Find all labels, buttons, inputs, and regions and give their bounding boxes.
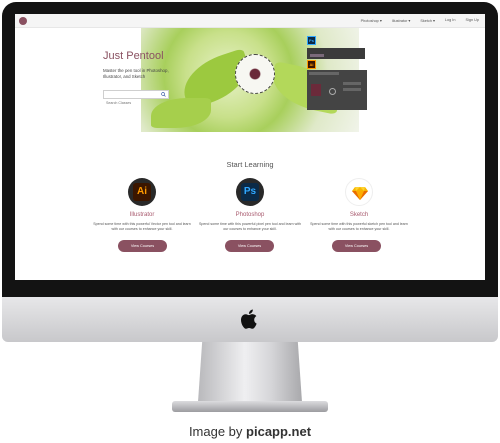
leaf-shape — [151, 98, 211, 128]
course-card-photoshop: Ps Photoshop Spend some time with this p… — [195, 178, 305, 232]
course-description: Spend some time with this powerful pixel… — [198, 222, 302, 231]
nav-menu: Photoshop ▾ Illustrator ▾ Sketch ▾ Log I… — [361, 18, 479, 23]
imac-mockup: Photoshop ▾ Illustrator ▾ Sketch ▾ Log I… — [0, 0, 500, 443]
nav-illustrator[interactable]: Illustrator ▾ — [392, 18, 411, 23]
nav-login[interactable]: Log In — [445, 18, 456, 23]
apple-logo-icon — [241, 309, 257, 329]
watermark-prefix: Image by — [188, 424, 247, 439]
illustrator-icon: Ai — [133, 183, 151, 201]
properties-panel — [307, 70, 367, 110]
course-name: Photoshop — [235, 212, 265, 218]
hero-title: Just Pentool — [103, 50, 164, 62]
search-box — [103, 90, 169, 107]
panel-field — [343, 88, 361, 91]
top-navbar: Photoshop ▾ Illustrator ▾ Sketch ▾ Log I… — [15, 14, 485, 28]
website-screen: Photoshop ▾ Illustrator ▾ Sketch ▾ Log I… — [15, 14, 485, 280]
layers-panel — [307, 48, 365, 59]
nav-photoshop[interactable]: Photoshop ▾ — [361, 18, 382, 23]
stand-neck — [198, 342, 302, 402]
course-name: Illustrator — [129, 212, 155, 218]
section-title: Start Learning — [226, 160, 274, 169]
illustrator-mini-icon: Ai — [307, 60, 316, 69]
search-input[interactable] — [104, 99, 160, 107]
hero-subtitle: Master the pen tool in Photoshop, Illust… — [103, 68, 169, 79]
layer-thumbnail — [311, 84, 321, 96]
brand-logo[interactable] — [19, 17, 27, 25]
circle-icon — [329, 88, 336, 95]
photoshop-badge: Ps — [236, 178, 264, 206]
sketch-diamond-icon — [352, 187, 368, 200]
search-icon[interactable] — [161, 92, 166, 97]
watermark-text: Image by picapp.net — [0, 424, 500, 439]
course-card-sketch: Sketch Spend some time with this powerfu… — [304, 178, 414, 232]
stand-foot — [172, 401, 328, 412]
course-card-illustrator: Ai Illustrator Spend some time with this… — [87, 178, 197, 232]
view-courses-sketch-button[interactable]: View Courses — [332, 240, 381, 252]
course-description: Spend some time with this powerful Vecto… — [93, 222, 191, 231]
view-courses-photoshop-button[interactable]: View Courses — [225, 240, 274, 252]
nav-signup[interactable]: Sign Up — [465, 18, 479, 23]
watermark-brand: picapp.net — [246, 424, 312, 439]
view-courses-illustrator-button[interactable]: View Courses — [118, 240, 167, 252]
photoshop-icon: Ps — [241, 183, 259, 201]
nav-sketch[interactable]: Sketch ▾ — [420, 18, 435, 23]
layer-row — [310, 54, 324, 57]
panel-header — [309, 72, 339, 75]
course-name: Sketch — [349, 212, 369, 218]
panel-field — [343, 82, 361, 85]
flower-selection — [235, 54, 275, 94]
course-description: Spend some time with this powerful sketc… — [310, 222, 408, 231]
sketch-badge — [345, 178, 373, 206]
app-panels-overlay: Ps Ai — [307, 36, 367, 110]
photoshop-mini-icon: Ps — [307, 36, 316, 45]
illustrator-badge: Ai — [128, 178, 156, 206]
